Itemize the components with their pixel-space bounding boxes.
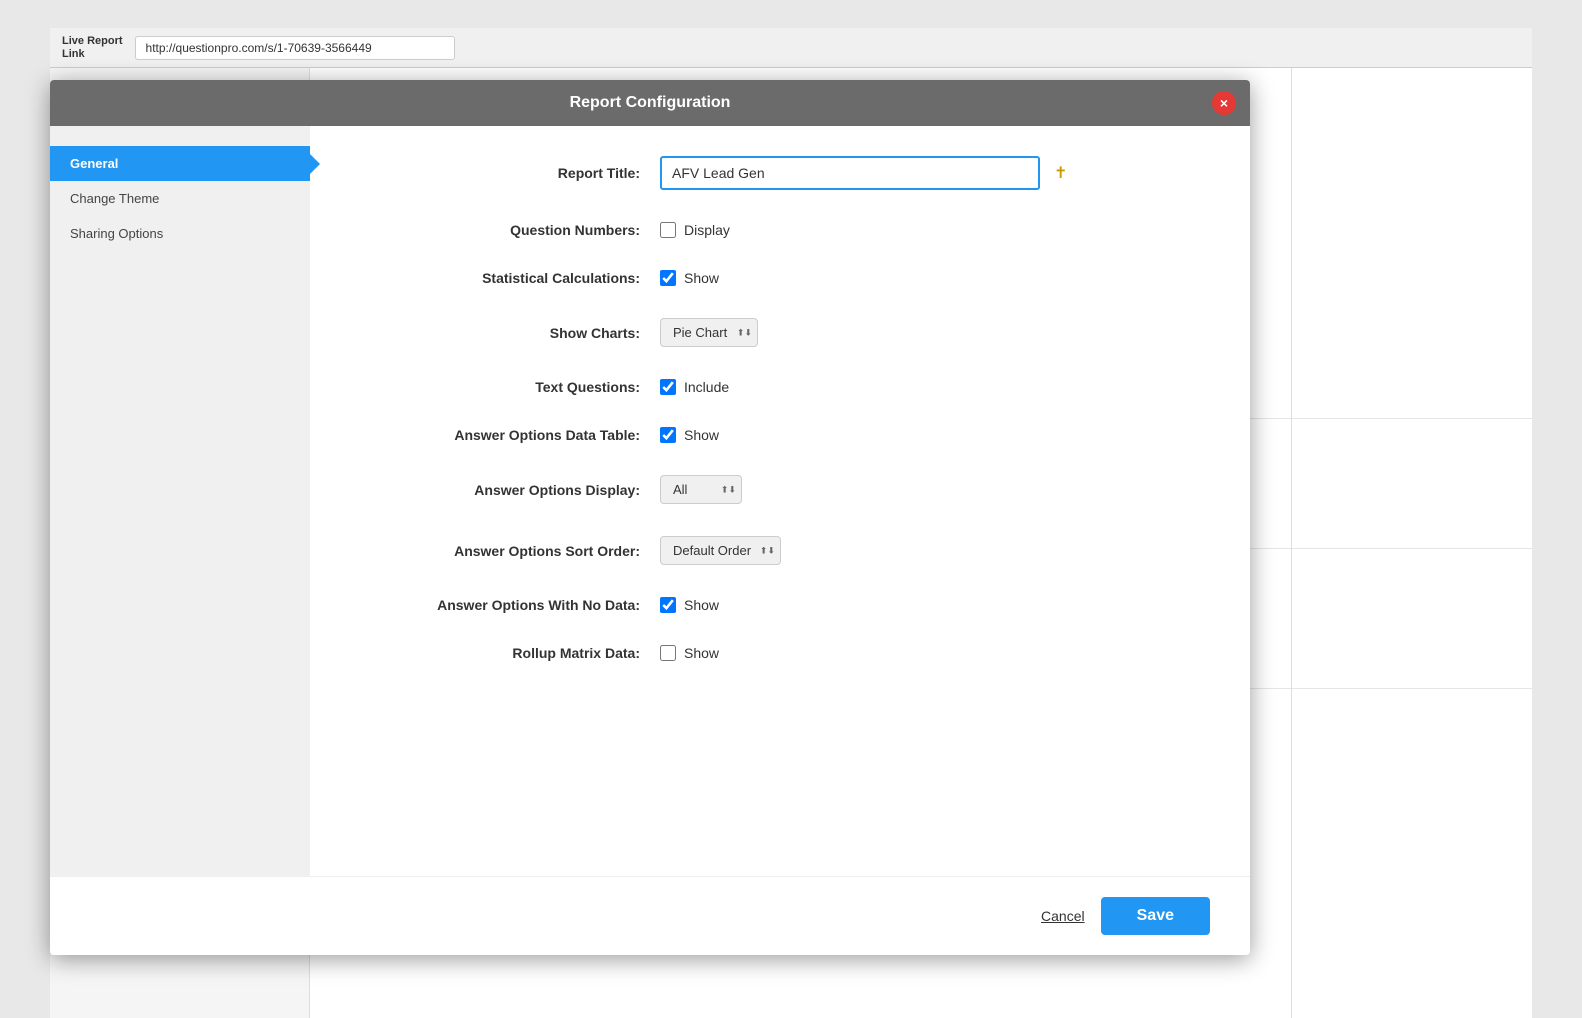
answer-options-sort-order-select-container: Default Order Ascending Descending bbox=[660, 536, 781, 565]
browser-bar: Live Report Link http://questionpro.com/… bbox=[50, 28, 1532, 68]
statistical-calc-control: Show bbox=[660, 270, 719, 286]
text-questions-label: Text Questions: bbox=[360, 379, 660, 395]
question-numbers-row: Question Numbers: Display bbox=[360, 222, 1200, 238]
text-questions-checkbox[interactable] bbox=[660, 379, 676, 395]
show-charts-row: Show Charts: Pie Chart Bar Chart None bbox=[360, 318, 1200, 347]
statistical-calc-label: Statistical Calculations: bbox=[360, 270, 660, 286]
modal-form-content: Report Title: ✝ Question Numbers: Displa… bbox=[310, 126, 1250, 876]
report-title-icon: ✝ bbox=[1054, 163, 1067, 183]
answer-options-display-label: Answer Options Display: bbox=[360, 482, 660, 498]
text-questions-checkbox-label: Include bbox=[684, 379, 729, 395]
answer-options-sort-order-select[interactable]: Default Order Ascending Descending bbox=[660, 536, 781, 565]
answer-options-no-data-row: Answer Options With No Data: Show bbox=[360, 597, 1200, 613]
answer-options-data-table-label: Answer Options Data Table: bbox=[360, 427, 660, 443]
answer-options-sort-order-label: Answer Options Sort Order: bbox=[360, 543, 660, 559]
question-numbers-control: Display bbox=[660, 222, 730, 238]
show-charts-select-container: Pie Chart Bar Chart None bbox=[660, 318, 758, 347]
answer-options-data-table-checkbox-wrap: Show bbox=[660, 427, 719, 443]
rollup-matrix-label: Rollup Matrix Data: bbox=[360, 645, 660, 661]
answer-options-sort-order-row: Answer Options Sort Order: Default Order… bbox=[360, 536, 1200, 565]
sidebar-item-change-theme[interactable]: Change Theme bbox=[50, 181, 310, 216]
save-button[interactable]: Save bbox=[1101, 897, 1210, 935]
answer-options-no-data-checkbox-wrap: Show bbox=[660, 597, 719, 613]
modal-body: General Change Theme Sharing Options Rep… bbox=[50, 126, 1250, 876]
browser-url-bar[interactable]: http://questionpro.com/s/1-70639-3566449 bbox=[135, 36, 455, 60]
answer-options-display-control: All Top 5 Top 10 bbox=[660, 475, 742, 504]
report-title-label: Report Title: bbox=[360, 165, 660, 181]
browser-label-line1: Live Report bbox=[62, 35, 123, 47]
answer-options-data-table-checkbox[interactable] bbox=[660, 427, 676, 443]
report-configuration-modal: Report Configuration × General Change Th… bbox=[50, 80, 1250, 955]
show-charts-control: Pie Chart Bar Chart None bbox=[660, 318, 758, 347]
rollup-matrix-control: Show bbox=[660, 645, 719, 661]
answer-options-no-data-checkbox[interactable] bbox=[660, 597, 676, 613]
rollup-matrix-checkbox-label: Show bbox=[684, 645, 719, 661]
show-charts-label: Show Charts: bbox=[360, 325, 660, 341]
text-questions-checkbox-wrap: Include bbox=[660, 379, 729, 395]
report-title-input[interactable] bbox=[660, 156, 1040, 190]
question-numbers-label: Question Numbers: bbox=[360, 222, 660, 238]
statistical-calc-row: Statistical Calculations: Show bbox=[360, 270, 1200, 286]
statistical-calc-checkbox[interactable] bbox=[660, 270, 676, 286]
answer-options-display-select-container: All Top 5 Top 10 bbox=[660, 475, 742, 504]
modal-sidebar: General Change Theme Sharing Options bbox=[50, 126, 310, 876]
answer-options-display-row: Answer Options Display: All Top 5 Top 10 bbox=[360, 475, 1200, 504]
rollup-matrix-row: Rollup Matrix Data: Show bbox=[360, 645, 1200, 661]
modal-footer: Cancel Save bbox=[50, 876, 1250, 955]
browser-label-line2: Link bbox=[62, 48, 123, 60]
sidebar-item-sharing-options[interactable]: Sharing Options bbox=[50, 216, 310, 251]
statistical-calc-checkbox-label: Show bbox=[684, 270, 719, 286]
modal-title: Report Configuration bbox=[570, 94, 731, 112]
answer-options-display-select[interactable]: All Top 5 Top 10 bbox=[660, 475, 742, 504]
report-title-control: ✝ bbox=[660, 156, 1067, 190]
answer-options-no-data-checkbox-label: Show bbox=[684, 597, 719, 613]
text-questions-row: Text Questions: Include bbox=[360, 379, 1200, 395]
answer-options-no-data-label: Answer Options With No Data: bbox=[360, 597, 660, 613]
report-title-row: Report Title: ✝ bbox=[360, 156, 1200, 190]
answer-options-no-data-control: Show bbox=[660, 597, 719, 613]
show-charts-select[interactable]: Pie Chart Bar Chart None bbox=[660, 318, 758, 347]
answer-options-data-table-row: Answer Options Data Table: Show bbox=[360, 427, 1200, 443]
answer-options-sort-order-control: Default Order Ascending Descending bbox=[660, 536, 781, 565]
text-questions-control: Include bbox=[660, 379, 729, 395]
modal-close-button[interactable]: × bbox=[1212, 91, 1236, 115]
statistical-calc-checkbox-wrap: Show bbox=[660, 270, 719, 286]
rollup-matrix-checkbox-wrap: Show bbox=[660, 645, 719, 661]
question-numbers-checkbox-label: Display bbox=[684, 222, 730, 238]
question-numbers-checkbox[interactable] bbox=[660, 222, 676, 238]
rollup-matrix-checkbox[interactable] bbox=[660, 645, 676, 661]
answer-options-data-table-control: Show bbox=[660, 427, 719, 443]
sidebar-item-general[interactable]: General bbox=[50, 146, 310, 181]
modal-header: Report Configuration × bbox=[50, 80, 1250, 126]
answer-options-data-table-checkbox-label: Show bbox=[684, 427, 719, 443]
cancel-button[interactable]: Cancel bbox=[1041, 908, 1085, 924]
question-numbers-checkbox-wrap: Display bbox=[660, 222, 730, 238]
